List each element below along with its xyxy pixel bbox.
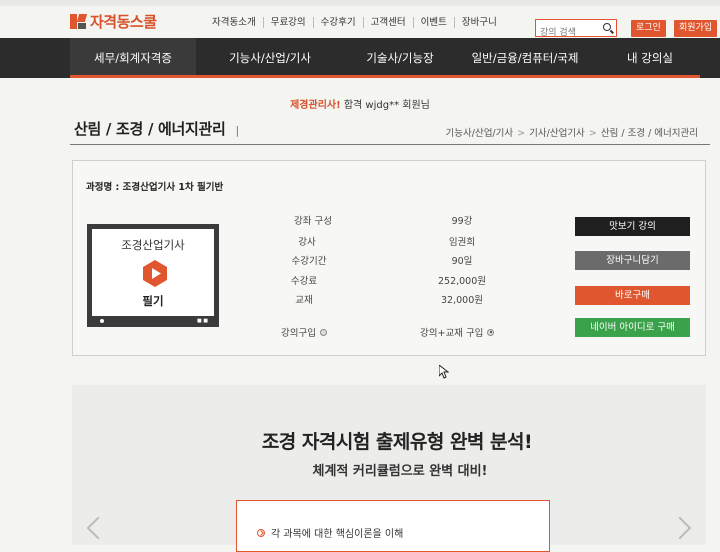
- info-key-period: 수강기간: [291, 256, 327, 267]
- topnav-about[interactable]: 자격동소개: [205, 17, 264, 28]
- logo-icon: [70, 14, 88, 29]
- page-title-divider: |: [235, 124, 240, 137]
- main-navbar: 세무/회계자격증 기능사/산업/기사 기술사/기능장 일반/금융/컴퓨터/국제 …: [0, 38, 720, 78]
- topnav-support[interactable]: 고객센터: [364, 17, 414, 28]
- topnav-reviews[interactable]: 수강후기: [314, 17, 364, 28]
- course-name: 과정명 : 조경산업기사 1차 필기반: [86, 182, 224, 193]
- play-icon[interactable]: [143, 260, 167, 287]
- search-box: [535, 19, 617, 41]
- promo-subtitle: 체계적 커리큘럼으로 완벽 대비!: [312, 464, 488, 479]
- breadcrumb-separator: >: [588, 128, 597, 139]
- info-value-textbook: 32,000원: [441, 295, 483, 306]
- info-key-composition: 강좌 구성: [294, 216, 332, 227]
- topnav-cart[interactable]: 장바구니: [455, 17, 504, 28]
- course-thumbnail[interactable]: 조경산업기사 필기 ■ ■: [87, 224, 219, 327]
- nav-tax-accounting[interactable]: 세무/회계자격증: [70, 38, 196, 78]
- nav-professional-engineer[interactable]: 기술사/기능장: [340, 38, 460, 78]
- breadcrumb-item[interactable]: 산림 / 조경 / 에너지관리: [601, 128, 698, 139]
- info-value-instructor: 임권희: [448, 237, 476, 248]
- site-header: 자격동스쿨 자격동소개 무료강의 수강후기 고객센터 이벤트 장바구니 로그인 …: [0, 6, 720, 41]
- curriculum-item: 각 과목에 대한 핵심이론을 이해: [257, 525, 403, 540]
- info-value-composition: 99강: [451, 216, 473, 227]
- buy-now-button[interactable]: 바로구매: [575, 286, 690, 305]
- check-circle-icon: [257, 528, 265, 537]
- nav-my-classroom[interactable]: 내 강의실: [600, 38, 700, 78]
- info-value-fee: 252,000원: [437, 276, 487, 287]
- ticker-text: 합격 wjdg** 회원님: [340, 100, 430, 111]
- search-icon[interactable]: [603, 23, 611, 31]
- player-controls-icon: ■ ■: [196, 318, 208, 324]
- breadcrumb-separator: >: [517, 128, 526, 139]
- thumbnail-title: 조경산업기사: [121, 238, 185, 252]
- thumbnail-subtitle: 필기: [142, 294, 164, 308]
- top-nav: 자격동소개 무료강의 수강후기 고객센터 이벤트 장바구니: [205, 17, 504, 28]
- page-title: 산림 / 조경 / 에너지관리 |: [74, 118, 239, 139]
- login-button[interactable]: 로그인: [631, 20, 666, 37]
- page-title-text: 산림 / 조경 / 에너지관리: [74, 120, 226, 138]
- naver-buy-button[interactable]: 네이버 아이디로 구매: [575, 318, 690, 337]
- breadcrumb-item[interactable]: 기능사/산업/기사: [446, 128, 514, 139]
- navbar-accent-line: [70, 75, 700, 78]
- topnav-free-lectures[interactable]: 무료강의: [264, 17, 314, 28]
- title-rule: [70, 144, 710, 145]
- option-lecture-only[interactable]: 강의구입: [281, 325, 327, 339]
- breadcrumb: 기능사/산업/기사 > 기사/산업기사 > 산림 / 조경 / 에너지관리: [446, 125, 698, 139]
- info-key-fee: 수강료: [290, 276, 318, 287]
- info-value-period: 90일: [451, 256, 473, 267]
- logo-text: 자격동스쿨: [90, 13, 157, 31]
- mouse-cursor-icon: [438, 363, 450, 383]
- option-label: 강의+교재 구입: [420, 328, 484, 339]
- nav-craftsman-engineer[interactable]: 기능사/산업/기사: [210, 38, 330, 78]
- option-lecture-textbook[interactable]: 강의+교재 구입: [420, 325, 495, 339]
- breadcrumb-item[interactable]: 기사/산업기사: [529, 128, 585, 139]
- pass-ticker: 제경관리사! 합격 wjdg** 회원님: [0, 96, 720, 111]
- curriculum-item-text: 각 과목에 대한 핵심이론을 이해: [271, 529, 404, 540]
- add-to-cart-button[interactable]: 장바구니담기: [575, 251, 690, 270]
- radio-lecture-only[interactable]: [319, 328, 327, 336]
- thumbnail-screen: 조경산업기사 필기: [92, 229, 214, 316]
- curriculum-box: 각 과목에 대한 핵심이론을 이해: [236, 500, 550, 552]
- nav-general-finance[interactable]: 일반/금융/컴퓨터/국제: [460, 38, 590, 78]
- site-logo[interactable]: 자격동스쿨: [70, 11, 157, 32]
- info-key-textbook: 교재: [295, 295, 313, 306]
- info-key-instructor: 강사: [298, 237, 316, 248]
- option-label: 강의구입: [281, 328, 316, 339]
- signup-button[interactable]: 회원가입: [674, 20, 718, 37]
- radio-lecture-textbook[interactable]: [487, 328, 495, 336]
- progress-dot-icon: [100, 319, 104, 323]
- topnav-events[interactable]: 이벤트: [414, 17, 455, 28]
- ticker-highlight: 제경관리사!: [290, 100, 341, 111]
- preview-lecture-button[interactable]: 맛보기 강의: [575, 217, 690, 236]
- promo-title: 조경 자격시험 출제유형 완벽 분석!: [261, 431, 533, 453]
